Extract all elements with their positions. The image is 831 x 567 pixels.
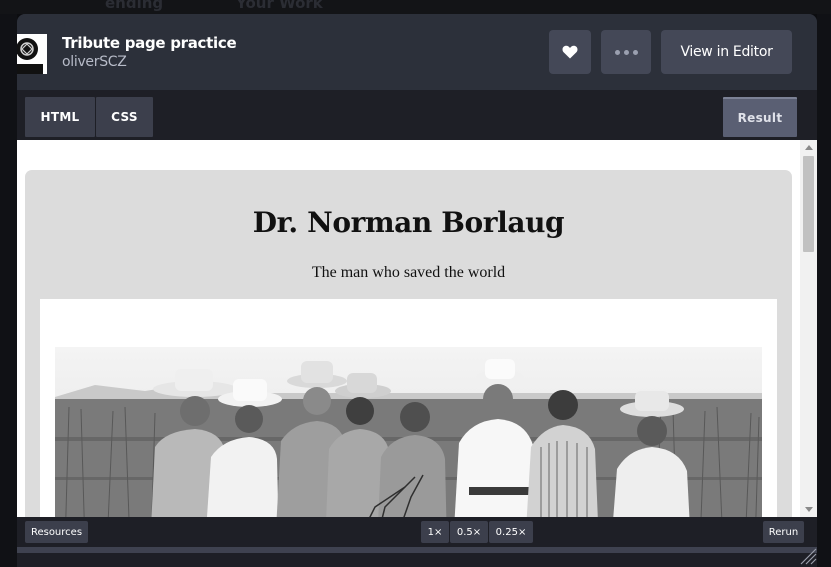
resize-handle[interactable]	[17, 547, 817, 553]
tab-result[interactable]: Result	[723, 97, 797, 137]
heart-icon	[562, 45, 578, 59]
resize-grip-icon[interactable]	[799, 547, 817, 565]
scroll-down-arrow-icon[interactable]	[805, 507, 813, 512]
avatar[interactable]	[17, 34, 47, 74]
tribute-card: Dr. Norman Borlaug The man who saved the…	[25, 170, 792, 517]
result-preview[interactable]: Dr. Norman Borlaug The man who saved the…	[17, 140, 817, 517]
background-tab-your-work: Your Work	[236, 0, 323, 12]
zoom-0-25x-button[interactable]: 0.25×	[489, 521, 533, 543]
background-tab-trending: ending	[105, 0, 164, 12]
tab-css[interactable]: CSS	[96, 97, 153, 137]
background-app-strip: ending Your Work	[0, 0, 831, 14]
zoom-1x-button[interactable]: 1×	[421, 521, 449, 543]
page-subtitle: The man who saved the world	[311, 264, 506, 281]
image-container	[40, 299, 777, 517]
page-title: Dr. Norman Borlaug	[252, 206, 565, 239]
rerun-button[interactable]: Rerun	[763, 521, 804, 543]
like-button[interactable]	[549, 30, 591, 74]
pen-author[interactable]: oliverSCZ	[62, 54, 127, 70]
more-options-button[interactable]	[601, 30, 651, 74]
preview-footer: Resources 1× 0.5× 0.25× Rerun	[17, 517, 817, 547]
resize-bar[interactable]	[17, 547, 817, 567]
zoom-0-5x-button[interactable]: 0.5×	[450, 521, 488, 543]
modal-header: Tribute page practice oliverSCZ View in …	[17, 14, 817, 90]
borlaug-photo	[55, 347, 762, 517]
pen-title[interactable]: Tribute page practice	[62, 34, 237, 52]
more-dots-icon	[614, 49, 638, 55]
background-left	[0, 14, 17, 567]
user-avatar-icon	[17, 34, 47, 74]
result-scrollbar[interactable]	[800, 140, 817, 517]
editor-tab-bar: HTML CSS Result	[17, 90, 817, 140]
view-in-editor-button[interactable]: View in Editor	[661, 30, 792, 74]
tab-html[interactable]: HTML	[25, 97, 95, 137]
scrollbar-thumb[interactable]	[803, 156, 814, 252]
resources-button[interactable]: Resources	[25, 521, 88, 543]
pen-preview-modal: Tribute page practice oliverSCZ View in …	[17, 14, 817, 567]
scroll-up-arrow-icon[interactable]	[805, 145, 813, 150]
background-right	[817, 14, 831, 567]
